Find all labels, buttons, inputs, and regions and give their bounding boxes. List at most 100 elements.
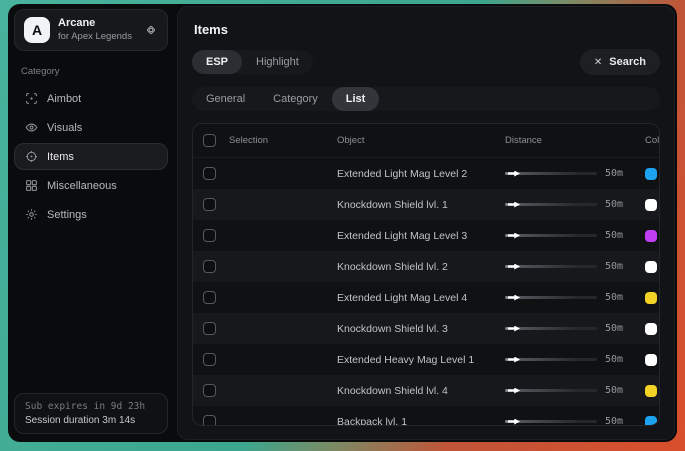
- distance-value: 50m: [605, 168, 645, 179]
- grid-icon: [25, 179, 38, 192]
- sidebar-item-label: Visuals: [47, 122, 82, 134]
- color-swatch[interactable]: [645, 292, 657, 304]
- distance-slider[interactable]: [505, 231, 597, 241]
- view-tab-category[interactable]: Category: [259, 87, 332, 111]
- table-row: Extended Heavy Mag Level 1 50m: [193, 344, 659, 375]
- mode-tab-highlight[interactable]: Highlight: [242, 50, 313, 74]
- session-duration-text: Session duration 3m 14s: [25, 415, 157, 426]
- distance-slider[interactable]: [505, 200, 597, 210]
- sidebar-item-aimbot[interactable]: Aimbot: [14, 85, 168, 112]
- mode-tab-esp[interactable]: ESP: [192, 50, 242, 74]
- sidebar-item-miscellaneous[interactable]: Miscellaneous: [14, 172, 168, 199]
- distance-value: 50m: [605, 199, 645, 210]
- app-brand-card: A Arcane for Apex Legends: [14, 9, 168, 51]
- row-checkbox[interactable]: [203, 260, 216, 273]
- sidebar-item-label: Miscellaneous: [47, 180, 117, 192]
- target-icon: [25, 150, 38, 163]
- view-tab-general[interactable]: General: [192, 87, 259, 111]
- crosshair-icon: [25, 92, 38, 105]
- row-checkbox[interactable]: [203, 229, 216, 242]
- items-table: Selection Object Distance Color Extended…: [192, 123, 660, 426]
- object-name: Knockdown Shield lvl. 4: [337, 385, 505, 397]
- sidebar-item-visuals[interactable]: Visuals: [14, 114, 168, 141]
- sidebar-spacer: [14, 228, 168, 393]
- distance-slider[interactable]: [505, 293, 597, 303]
- table-row: Extended Light Mag Level 4 50m: [193, 282, 659, 313]
- object-name: Extended Light Mag Level 4: [337, 292, 505, 304]
- sidebar-item-label: Settings: [47, 209, 87, 221]
- gear-icon: [25, 208, 38, 221]
- distance-value: 50m: [605, 354, 645, 365]
- distance-value: 50m: [605, 385, 645, 396]
- color-swatch[interactable]: [645, 416, 657, 427]
- view-tabs: General Category List: [192, 87, 660, 111]
- distance-slider[interactable]: [505, 355, 597, 365]
- distance-value: 50m: [605, 292, 645, 303]
- table-header: Selection Object Distance Color: [193, 124, 659, 158]
- row-checkbox[interactable]: [203, 353, 216, 366]
- row-checkbox[interactable]: [203, 167, 216, 180]
- distance-slider[interactable]: [505, 417, 597, 427]
- search-button-label: Search: [609, 56, 646, 68]
- object-name: Knockdown Shield lvl. 3: [337, 323, 505, 335]
- table-row: Extended Light Mag Level 2 50m: [193, 158, 659, 189]
- distance-value: 50m: [605, 261, 645, 272]
- column-header-selection: Selection: [229, 135, 337, 146]
- row-checkbox[interactable]: [203, 322, 216, 335]
- toolbar-row: ESP Highlight ✕ Search: [192, 49, 660, 75]
- object-name: Extended Heavy Mag Level 1: [337, 354, 505, 366]
- object-name: Extended Light Mag Level 2: [337, 168, 505, 180]
- category-label: Category: [21, 66, 161, 77]
- search-button[interactable]: ✕ Search: [580, 49, 660, 75]
- close-icon: ✕: [594, 57, 602, 68]
- app-subtitle: for Apex Legends: [58, 31, 136, 43]
- color-swatch[interactable]: [645, 168, 657, 180]
- color-swatch[interactable]: [645, 385, 657, 397]
- distance-value: 50m: [605, 323, 645, 334]
- table-row: Knockdown Shield lvl. 2 50m: [193, 251, 659, 282]
- sidebar-nav: Aimbot Visuals Items Miscellaneous: [14, 85, 168, 228]
- view-tab-list[interactable]: List: [332, 87, 380, 111]
- color-swatch[interactable]: [645, 199, 657, 211]
- main-panel: Items ESP Highlight ✕ Search General Cat…: [177, 6, 675, 440]
- distance-slider[interactable]: [505, 262, 597, 272]
- page-title: Items: [194, 22, 660, 37]
- sidebar: A Arcane for Apex Legends Category Aimbo…: [10, 6, 172, 440]
- row-checkbox[interactable]: [203, 384, 216, 397]
- distance-value: 50m: [605, 230, 645, 241]
- distance-value: 50m: [605, 416, 645, 426]
- row-checkbox[interactable]: [203, 198, 216, 211]
- color-swatch[interactable]: [645, 323, 657, 335]
- column-header-color: Color: [645, 135, 660, 146]
- color-swatch[interactable]: [645, 354, 657, 366]
- color-swatch[interactable]: [645, 230, 657, 242]
- table-row: Extended Light Mag Level 3 50m: [193, 220, 659, 251]
- object-name: Knockdown Shield lvl. 1: [337, 199, 505, 211]
- eye-icon: [25, 121, 38, 134]
- sidebar-item-settings[interactable]: Settings: [14, 201, 168, 228]
- brand-text: Arcane for Apex Legends: [58, 17, 136, 43]
- table-row: Knockdown Shield lvl. 3 50m: [193, 313, 659, 344]
- row-checkbox[interactable]: [203, 415, 216, 426]
- app-name: Arcane: [58, 17, 136, 31]
- table-row: Backpack lvl. 1 50m: [193, 406, 659, 426]
- sidebar-item-items[interactable]: Items: [14, 143, 168, 170]
- object-name: Extended Light Mag Level 3: [337, 230, 505, 242]
- column-header-distance: Distance: [505, 135, 605, 146]
- sidebar-item-label: Aimbot: [47, 93, 81, 105]
- mode-tabs: ESP Highlight: [192, 50, 313, 74]
- object-name: Backpack lvl. 1: [337, 416, 505, 427]
- object-name: Knockdown Shield lvl. 2: [337, 261, 505, 273]
- sidebar-item-label: Items: [47, 151, 74, 163]
- color-swatch[interactable]: [645, 261, 657, 273]
- select-all-checkbox[interactable]: [203, 134, 216, 147]
- table-row: Knockdown Shield lvl. 4 50m: [193, 375, 659, 406]
- diamond-target-icon[interactable]: [144, 23, 158, 37]
- distance-slider[interactable]: [505, 169, 597, 179]
- sub-expires-text: Sub expires in 9d 23h: [25, 401, 157, 412]
- subscription-info-card: Sub expires in 9d 23h Session duration 3…: [14, 393, 168, 434]
- distance-slider[interactable]: [505, 324, 597, 334]
- row-checkbox[interactable]: [203, 291, 216, 304]
- distance-slider[interactable]: [505, 386, 597, 396]
- table-row: Knockdown Shield lvl. 1 50m: [193, 189, 659, 220]
